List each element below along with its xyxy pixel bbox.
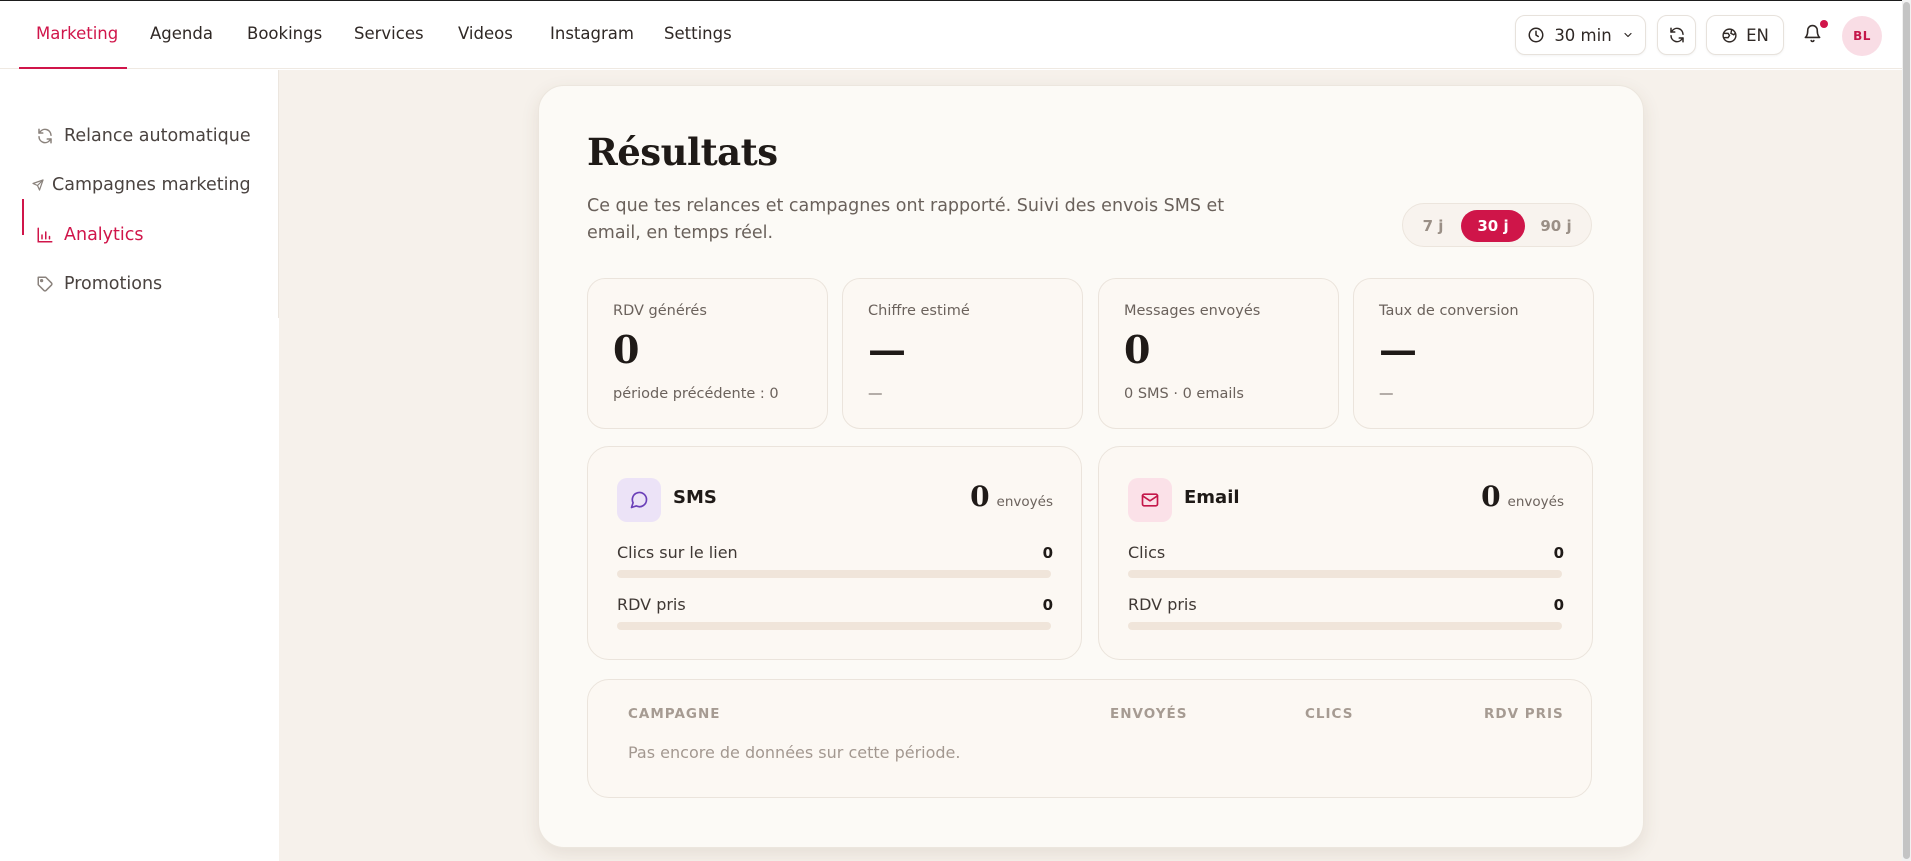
- sent-unit: envoyés: [996, 494, 1053, 510]
- stat-value: 0: [1124, 327, 1151, 372]
- metric-value: 0: [1553, 544, 1564, 562]
- stat-card-rdv-generes: RDV générés 0 période précédente : 0: [587, 278, 828, 429]
- metric-value: 0: [1553, 596, 1564, 614]
- sidebar-item-relance-automatique[interactable]: Relance automatique: [0, 118, 278, 154]
- channel-card-sms: SMS 0 envoyés Clics sur le lien 0 RDV pr…: [587, 446, 1082, 660]
- column-header-campagne: CAMPAGNE: [628, 706, 721, 722]
- tab-bookings[interactable]: Bookings: [247, 1, 322, 69]
- stat-footnote: 0 SMS · 0 emails: [1124, 386, 1244, 402]
- sidebar-item-promotions[interactable]: Promotions: [0, 266, 278, 302]
- scrollbar-thumb[interactable]: [1903, 2, 1910, 859]
- metric-label: RDV pris: [1128, 595, 1197, 614]
- active-tab-indicator: [19, 67, 127, 69]
- tab-videos[interactable]: Videos: [458, 1, 513, 69]
- stat-footnote: —: [1379, 386, 1394, 402]
- globe-icon: [1721, 27, 1738, 44]
- metric-label: Clics: [1128, 543, 1166, 562]
- chat-bubble-icon: [617, 478, 661, 522]
- progress-track: [1128, 622, 1562, 630]
- notification-badge: [1820, 20, 1828, 28]
- metric-label: RDV pris: [617, 595, 686, 614]
- column-header-clics: CLICS: [1305, 706, 1354, 722]
- clock-icon: [1527, 26, 1545, 44]
- sidebar-item-label: Promotions: [64, 274, 163, 294]
- stat-footnote: —: [868, 386, 883, 402]
- channel-card-email: Email 0 envoyés Clics 0 RDV pris 0: [1098, 446, 1593, 660]
- stat-card-taux-conversion: Taux de conversion — —: [1353, 278, 1594, 429]
- period-7-days[interactable]: 7 j: [1411, 210, 1455, 242]
- channel-name: Email: [1184, 487, 1240, 508]
- metric-label: Clics sur le lien: [617, 543, 738, 562]
- tag-icon: [34, 275, 56, 293]
- sidebar-item-label: Analytics: [64, 225, 144, 245]
- period-90-days[interactable]: 90 j: [1529, 210, 1583, 242]
- stat-label: Chiffre estimé: [868, 303, 970, 319]
- tab-agenda[interactable]: Agenda: [150, 1, 213, 69]
- progress-track: [1128, 570, 1562, 578]
- campaign-table: CAMPAGNE ENVOYÉS CLICS RDV PRIS Pas enco…: [587, 679, 1592, 798]
- stat-value: 0: [613, 327, 640, 372]
- language-label: EN: [1746, 25, 1769, 45]
- language-button[interactable]: EN: [1706, 15, 1784, 55]
- refresh-button[interactable]: [1657, 15, 1696, 55]
- stat-card-chiffre-estime: Chiffre estimé — —: [842, 278, 1083, 429]
- page-subtitle: Ce que tes relances et campagnes ont rap…: [587, 196, 1225, 243]
- bell-icon: [1803, 24, 1822, 47]
- stat-footnote: période précédente : 0: [613, 386, 779, 402]
- avatar[interactable]: BL: [1842, 16, 1882, 56]
- channel-name: SMS: [673, 487, 717, 508]
- stat-card-messages-envoyes: Messages envoyés 0 0 SMS · 0 emails: [1098, 278, 1339, 429]
- mail-icon: [1128, 478, 1172, 522]
- column-header-rdv-pris: RDV PRIS: [1484, 706, 1564, 722]
- top-navigation: Marketing Agenda Bookings Services Video…: [0, 1, 1902, 69]
- tab-marketing[interactable]: Marketing: [36, 1, 118, 69]
- chevron-down-icon: [1622, 29, 1634, 41]
- sent-unit: envoyés: [1507, 494, 1564, 510]
- page-title: Résultats: [587, 130, 778, 174]
- sidebar: Relance automatique Campagnes marketing …: [0, 70, 278, 861]
- stat-label: Taux de conversion: [1379, 303, 1519, 319]
- progress-track: [617, 570, 1051, 578]
- stat-label: Messages envoyés: [1124, 303, 1261, 319]
- scrollbar[interactable]: [1902, 0, 1911, 861]
- sent-number: 0: [970, 480, 990, 513]
- refresh-icon: [1668, 26, 1686, 44]
- refresh-icon: [34, 127, 56, 145]
- column-header-envoyes: ENVOYÉS: [1110, 706, 1188, 722]
- sent-number: 0: [1481, 480, 1501, 513]
- tab-instagram[interactable]: Instagram: [550, 1, 634, 69]
- tab-services[interactable]: Services: [354, 1, 424, 69]
- sidebar-item-campagnes-marketing[interactable]: Campagnes marketing: [0, 167, 278, 203]
- sidebar-item-analytics[interactable]: Analytics: [0, 217, 278, 253]
- period-30-days[interactable]: 30 j: [1461, 210, 1525, 242]
- duration-select[interactable]: 30 min: [1515, 15, 1646, 55]
- send-icon: [30, 179, 46, 191]
- tab-settings[interactable]: Settings: [664, 1, 732, 69]
- metric-value: 0: [1042, 596, 1053, 614]
- stat-value: —: [1379, 327, 1417, 372]
- channel-sent-count: 0 envoyés: [970, 480, 1053, 513]
- duration-label: 30 min: [1554, 25, 1612, 45]
- empty-state-text: Pas encore de données sur cette période.: [628, 743, 961, 762]
- stat-label: RDV générés: [613, 303, 707, 319]
- period-selector: 7 j 30 j 90 j: [1402, 203, 1592, 247]
- bar-chart-icon: [34, 226, 56, 244]
- sidebar-item-label: Relance automatique: [64, 126, 251, 146]
- metric-value: 0: [1042, 544, 1053, 562]
- progress-track: [617, 622, 1051, 630]
- sidebar-item-label: Campagnes marketing: [52, 175, 251, 195]
- channel-sent-count: 0 envoyés: [1481, 480, 1564, 513]
- stat-value: —: [868, 327, 906, 372]
